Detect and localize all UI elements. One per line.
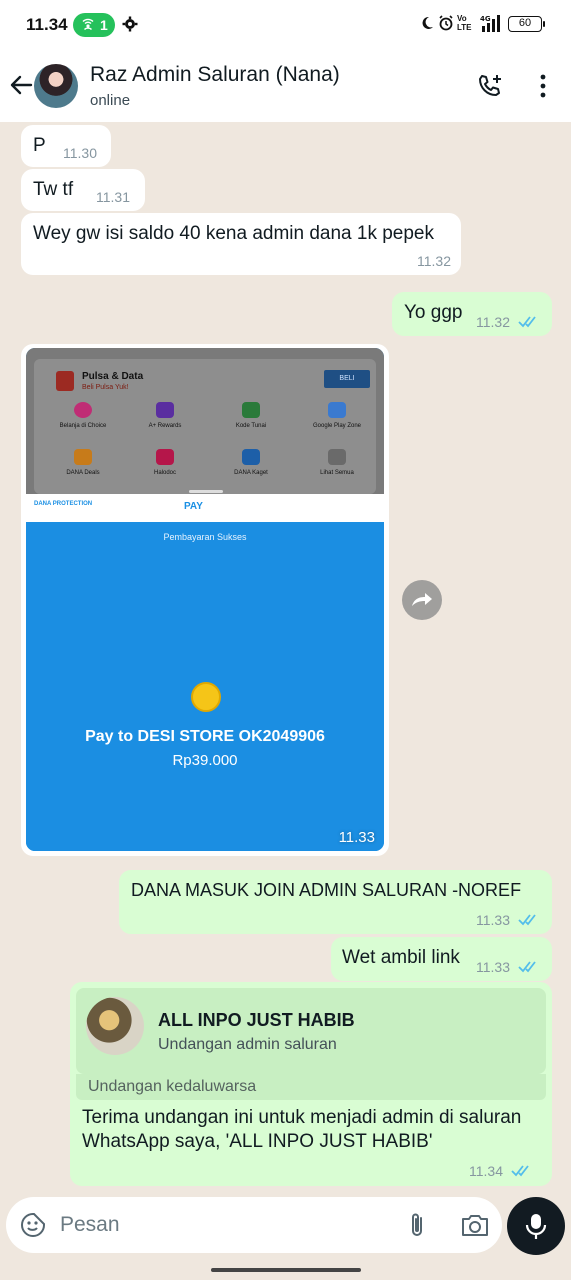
halodoc-icon xyxy=(156,449,174,465)
contact-avatar[interactable] xyxy=(34,64,78,108)
message-text: Terima undangan ini untuk menjadi admin … xyxy=(82,1107,522,1152)
message-time: 11.33 xyxy=(338,829,375,846)
status-time: 11.34 xyxy=(26,15,68,34)
pulsa-icon xyxy=(56,371,74,391)
message-time: 11.30 xyxy=(63,145,97,161)
battery-icon: 60 xyxy=(508,16,545,32)
message-time: 11.32 xyxy=(476,314,510,330)
signal-icon: 4G xyxy=(480,15,500,32)
status-bar: 11.34 1 Vo LTE 4G 60 xyxy=(0,0,571,48)
message-text: Wet ambil link xyxy=(342,947,460,968)
dana-protection-label: DANA PROTECTION xyxy=(34,501,93,507)
pulsa-title: Pulsa & Data xyxy=(82,371,144,382)
menu-item: DANA Kaget xyxy=(216,449,286,477)
payee: Pay to DESI STORE OK2049906 xyxy=(85,728,325,745)
hotspot-icon xyxy=(80,18,96,33)
menu-item: DANA Deals xyxy=(48,449,118,477)
home-indicator[interactable] xyxy=(211,1268,361,1272)
microphone-icon xyxy=(525,1214,547,1239)
message-time: 11.33 xyxy=(476,959,510,975)
message-text: DANA MASUK JOIN ADMIN SALURAN -NOREF xyxy=(131,880,522,900)
channel-avatar xyxy=(86,997,144,1055)
invite-card[interactable]: ALL INPO JUST HABIB Undangan admin salur… xyxy=(76,988,546,1074)
message-time: 11.34 xyxy=(469,1163,503,1179)
read-ticks-icon xyxy=(518,914,536,926)
dana-pay-logo: PAY xyxy=(184,501,203,512)
forward-icon[interactable] xyxy=(402,580,442,620)
battery-level: 60 xyxy=(518,17,532,29)
message-incoming[interactable]: Wey gw isi saldo 40 kena admin dana 1k p… xyxy=(21,213,461,275)
message-outgoing[interactable]: DANA MASUK JOIN ADMIN SALURAN -NOREF 11.… xyxy=(119,870,552,934)
menu-item: A+ Rewards xyxy=(130,402,200,430)
moon-icon xyxy=(422,16,433,29)
dana-deals-icon xyxy=(74,449,92,465)
success-coin-icon xyxy=(191,682,221,712)
svg-text:4G: 4G xyxy=(480,15,491,23)
hotspot-badge: 1 xyxy=(73,13,115,37)
invite-expired-label: Undangan kedaluwarsa xyxy=(76,1074,546,1100)
lihat-semua-icon xyxy=(328,449,346,465)
payment-screenshot[interactable]: Pulsa & Data Beli Pulsa Yuk! BELI Belanj… xyxy=(26,348,384,851)
sheet-handle xyxy=(189,490,223,493)
google-play-icon xyxy=(328,402,346,418)
read-ticks-icon xyxy=(518,961,536,973)
hotspot-count: 1 xyxy=(100,17,108,33)
paperclip-icon[interactable] xyxy=(404,1211,430,1239)
alarm-icon xyxy=(439,15,453,31)
payment-success-panel: Pembayaran Sukses Pay to DESI STORE OK20… xyxy=(26,522,384,851)
message-outgoing[interactable]: Yo ggp 11.32 xyxy=(392,292,552,336)
camera-icon[interactable] xyxy=(460,1212,490,1238)
choice-icon xyxy=(74,402,92,418)
volte-label: Vo LTE xyxy=(457,14,472,32)
dana-kaget-icon xyxy=(242,449,260,465)
more-vertical-icon[interactable] xyxy=(532,72,554,100)
composer-bar xyxy=(0,1197,571,1280)
message-text: Yo ggp xyxy=(404,302,463,323)
menu-item: Halodoc xyxy=(130,449,200,477)
composer[interactable] xyxy=(6,1197,502,1253)
read-ticks-icon xyxy=(511,1165,529,1177)
message-outgoing[interactable]: Wet ambil link 11.33 xyxy=(331,937,552,981)
dana-topbar: DANA PROTECTION PAY xyxy=(26,494,384,522)
microphone-button[interactable] xyxy=(507,1197,565,1255)
contact-status: online xyxy=(90,92,131,109)
message-input[interactable] xyxy=(60,1210,380,1240)
beli-button: BELI xyxy=(324,370,370,388)
chat-area[interactable]: P 11.30 Tw tf 11.31 Wey gw isi saldo 40 … xyxy=(0,122,571,1197)
add-call-icon[interactable] xyxy=(476,72,504,100)
message-text: Tw tf xyxy=(33,179,74,200)
message-incoming[interactable]: P 11.30 xyxy=(21,125,111,167)
menu-item: Belanja di Choice xyxy=(48,402,118,430)
kode-tunai-icon xyxy=(242,402,260,418)
message-time: 11.32 xyxy=(417,253,451,269)
menu-item: Google Play Zone xyxy=(302,402,372,430)
payment-status: Pembayaran Sukses xyxy=(163,532,247,542)
contact-name[interactable]: Raz Admin Saluran (Nana) xyxy=(90,63,340,87)
menu-item: Kode Tunai xyxy=(216,402,286,430)
chat-header: Raz Admin Saluran (Nana) online xyxy=(0,48,571,122)
message-time: 11.33 xyxy=(476,912,510,928)
emoji-sticker-icon[interactable] xyxy=(20,1212,46,1238)
back-arrow-icon[interactable] xyxy=(8,72,34,98)
invite-subtitle: Undangan admin saluran xyxy=(158,1036,337,1053)
channel-name: ALL INPO JUST HABIB xyxy=(158,1010,355,1030)
message-text: P xyxy=(33,135,46,156)
pulsa-subtitle: Beli Pulsa Yuk! xyxy=(82,384,129,391)
message-image[interactable]: Pulsa & Data Beli Pulsa Yuk! BELI Belanj… xyxy=(21,344,389,856)
pulsa-card: Pulsa & Data Beli Pulsa Yuk! BELI Belanj… xyxy=(34,359,376,494)
read-ticks-icon xyxy=(518,316,536,328)
rewards-icon xyxy=(156,402,174,418)
menu-item: Lihat Semua xyxy=(302,449,372,477)
message-text: Wey gw isi saldo 40 kena admin dana 1k p… xyxy=(33,223,435,244)
message-time: 11.31 xyxy=(96,189,130,205)
payment-amount: Rp39.000 xyxy=(172,752,238,769)
message-channel-invite[interactable]: ALL INPO JUST HABIB Undangan admin salur… xyxy=(70,982,552,1186)
message-incoming[interactable]: Tw tf 11.31 xyxy=(21,169,145,211)
gear-icon xyxy=(122,16,138,32)
